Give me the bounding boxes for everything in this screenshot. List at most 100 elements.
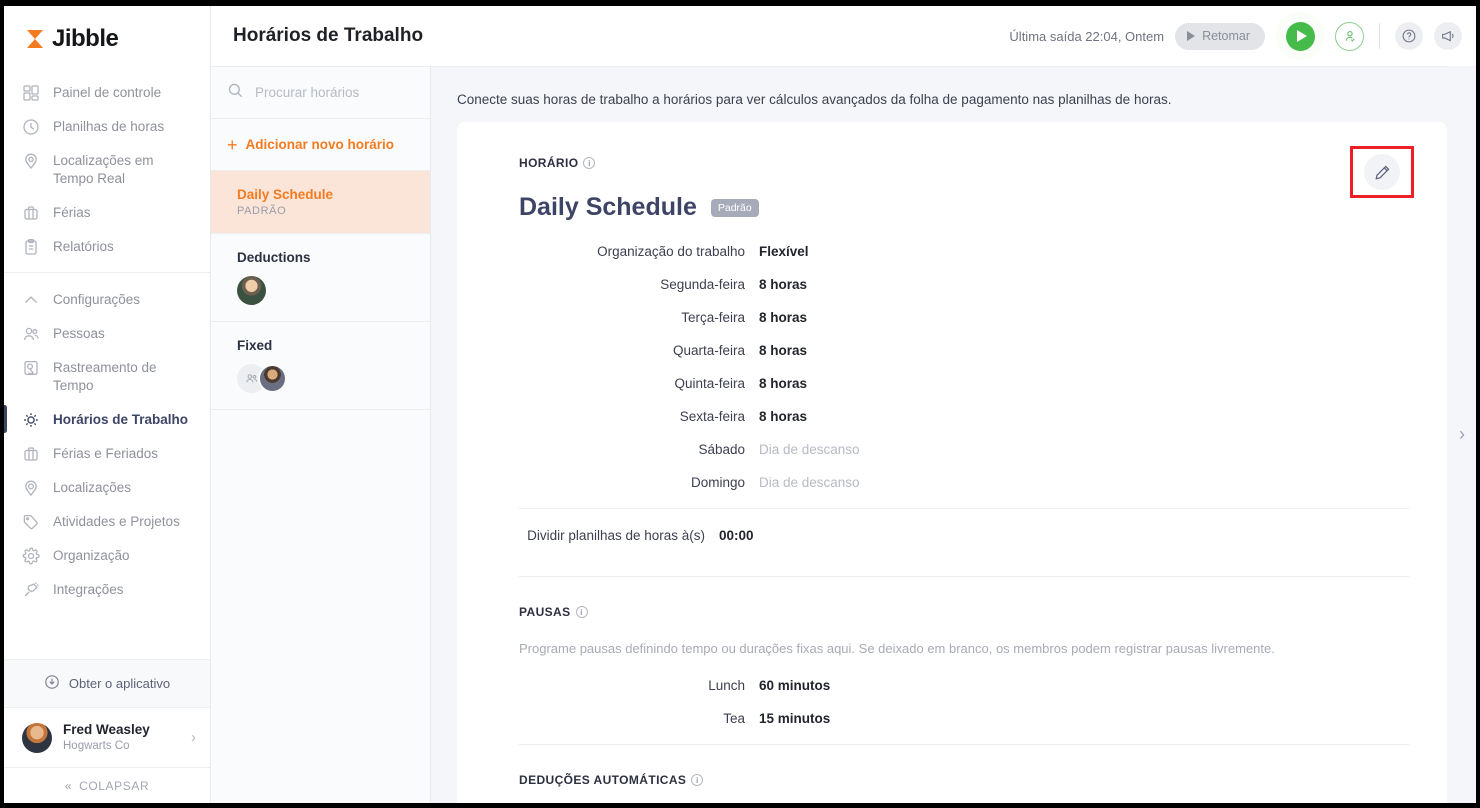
schedule-list-panel: + Adicionar novo horário Daily Schedule … [211, 66, 431, 803]
intro-text: Conecte suas horas de trabalho a horário… [457, 92, 1172, 107]
sidebar-item-localizacoes-em-tempo-real[interactable]: Localizações em Tempo Real [4, 144, 210, 196]
avatar [22, 722, 52, 753]
list-item[interactable]: Daily Schedule PADRÃO [211, 171, 430, 234]
schedule-section-title: HORÁRIO [519, 156, 579, 170]
sidebar-item-label: Configurações [53, 292, 141, 307]
sidebar-item-label: Férias e Feriados [53, 446, 159, 461]
next-panel-button[interactable]: › [1448, 66, 1476, 803]
edit-button-highlight [1350, 146, 1414, 198]
row-value: Dia de descanso [759, 442, 860, 457]
breaks-rows: Lunch 60 minutos Tea 15 minutos [519, 678, 1409, 726]
breaks-section-label: PAUSAS i [519, 605, 1409, 619]
pin-icon [22, 479, 40, 497]
schedule-member-avatars [237, 276, 414, 305]
collapse-sidebar-button[interactable]: « COLAPSAR [4, 767, 210, 803]
sidebar-item-planilhas-de-horas[interactable]: Planilhas de horas [4, 110, 210, 144]
row-value: 15 minutos [759, 711, 831, 726]
schedule-sub: PADRÃO [237, 205, 287, 217]
sidebar-item-atividades-e-projetos[interactable]: Atividades e Projetos [4, 505, 210, 539]
breaks-section-title: PAUSAS [519, 605, 571, 619]
personal-tracking-button[interactable] [1335, 21, 1364, 51]
people-icon [22, 325, 40, 343]
info-icon[interactable]: i [575, 606, 588, 618]
table-row: Terça-feira 8 horas [519, 310, 1409, 325]
plus-icon: + [227, 134, 238, 155]
table-row: Segunda-feira 8 horas [519, 277, 1409, 292]
user-profile-row[interactable]: Fred Weasley Hogwarts Co › [4, 707, 210, 767]
gear-icon [22, 547, 40, 565]
schedule-section-label: HORÁRIO i [519, 156, 1409, 170]
download-icon [44, 674, 60, 693]
sidebar-item-label: Localizações [53, 480, 132, 495]
table-row: Quinta-feira 8 horas [519, 376, 1409, 391]
resume-label: Retomar [1202, 29, 1250, 43]
pencil-icon [1374, 165, 1389, 180]
sidebar-item-relatorios[interactable]: Relatórios [4, 230, 210, 264]
row-value: Dia de descanso [759, 475, 860, 490]
question-mark-icon [1402, 29, 1416, 43]
divider [1379, 23, 1380, 49]
breaks-description: Programe pausas definindo tempo ou duraç… [519, 641, 1275, 656]
nav-group-settings: Configurações Pessoas Rastreamento de Te… [4, 272, 210, 615]
sidebar-item-pessoas[interactable]: Pessoas [4, 317, 210, 351]
row-key: Quarta-feira [672, 343, 745, 358]
info-icon[interactable]: i [691, 774, 704, 786]
schedule-rows: Organização do trabalho Flexível Segunda… [519, 244, 1409, 490]
announcements-button[interactable] [1434, 22, 1462, 50]
sidebar-item-label: Horários de Trabalho [53, 412, 189, 427]
table-row: Sexta-feira 8 horas [519, 409, 1409, 424]
sidebar-item-configuracoes[interactable]: Configurações [4, 283, 210, 317]
status-badge: Padrão [710, 198, 759, 217]
row-value: Flexível [759, 244, 809, 259]
sidebar-item-integracoes[interactable]: Integrações [4, 573, 210, 607]
table-row: Organização do trabalho Flexível [519, 244, 1409, 259]
clipboard-icon [22, 238, 40, 256]
clock-in-button[interactable] [1285, 21, 1315, 51]
row-value: 8 horas [759, 343, 808, 358]
sidebar-item-localizacoes[interactable]: Localizações [4, 471, 210, 505]
list-item[interactable]: Fixed [211, 322, 430, 410]
topbar: Horários de Trabalho Última saída 22:04,… [211, 6, 1476, 66]
row-key: Quinta-feira [674, 376, 745, 391]
brand-logo[interactable]: Jibble [4, 6, 210, 72]
sidebar-item-rastreamento-de-tempo[interactable]: Rastreamento de Tempo [4, 351, 210, 403]
info-icon[interactable]: i [583, 157, 596, 169]
avatar [258, 364, 287, 393]
sidebar-item-label: Rastreamento de Tempo [53, 360, 157, 393]
table-row: Quarta-feira 8 horas [519, 343, 1409, 358]
help-button[interactable] [1395, 22, 1423, 50]
row-value: 8 horas [759, 277, 808, 292]
list-item[interactable]: Deductions [211, 234, 430, 322]
last-clockout-text: Última saída 22:04, Ontem [1009, 28, 1165, 44]
add-new-schedule-button[interactable]: + Adicionar novo horário [211, 119, 430, 171]
user-org: Hogwarts Co [63, 740, 130, 752]
row-key: Sexta-feira [679, 409, 745, 424]
get-app-button[interactable]: Obter o aplicativo [4, 659, 210, 707]
sidebar-item-label: Integrações [53, 582, 124, 597]
table-row: Tea 15 minutos [519, 711, 1409, 726]
briefcase-icon [22, 445, 40, 463]
edit-schedule-button[interactable] [1364, 154, 1400, 190]
row-value: 00:00 [719, 528, 754, 543]
chevron-right-icon: › [1459, 424, 1465, 444]
search-icon [227, 82, 244, 104]
sidebar-item-label: Localizações em Tempo Real [53, 153, 154, 186]
sidebar-item-painel-de-controle[interactable]: Painel de controle [4, 76, 210, 110]
brand-name: Jibble [52, 25, 119, 52]
schedule-member-avatars [237, 364, 414, 393]
breaks-section: PAUSAS i Programe pausas definindo tempo… [519, 577, 1409, 726]
user-meta: Fred Weasley Hogwarts Co [63, 721, 180, 754]
sidebar-item-organizacao[interactable]: Organização [4, 539, 210, 573]
schedule-title-row: Daily Schedule Padrão [519, 193, 1409, 222]
row-value: 8 horas [759, 310, 808, 325]
add-new-schedule-label: Adicionar novo horário [245, 137, 395, 152]
sidebar-item-ferias-e-feriados[interactable]: Férias e Feriados [4, 437, 210, 471]
search-input[interactable] [255, 85, 395, 100]
row-key: Terça-feira [681, 310, 745, 325]
row-key: Sábado [698, 442, 745, 457]
sidebar-item-ferias[interactable]: Férias [4, 196, 210, 230]
sidebar-item-horarios-de-trabalho[interactable]: Horários de Trabalho [4, 403, 210, 437]
resume-button[interactable]: Retomar [1175, 22, 1265, 50]
row-key: Domingo [690, 475, 745, 490]
sidebar-item-label: Pessoas [53, 326, 105, 341]
